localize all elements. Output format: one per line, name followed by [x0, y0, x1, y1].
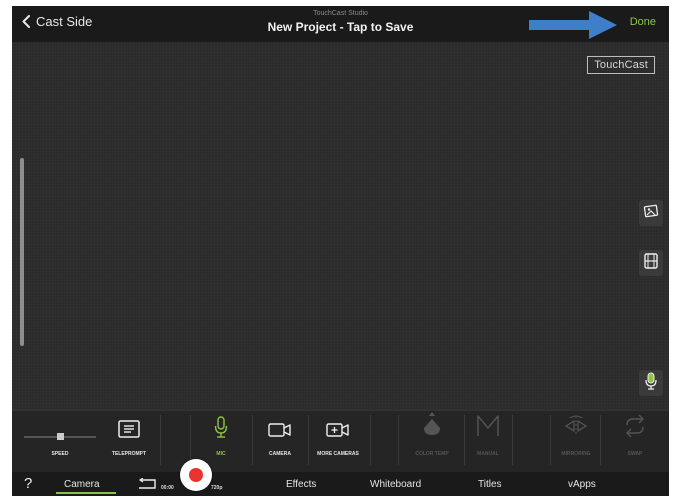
mirror-icon — [564, 414, 588, 443]
done-button[interactable]: Done — [630, 16, 656, 28]
divider — [600, 415, 601, 465]
touchcast-app: Cast Side TouchCast Studio New Project -… — [12, 6, 669, 496]
swap-label: SWAP — [627, 451, 643, 457]
color-temp-icon — [421, 408, 443, 443]
mic-icon — [214, 416, 228, 443]
mic-toggle[interactable]: MIC — [204, 411, 238, 473]
record-timer: 00:00 — [161, 485, 174, 491]
film-icon — [644, 252, 658, 274]
divider — [398, 415, 399, 465]
color-temp-label: COLOR TEMP — [415, 451, 449, 457]
camera-button[interactable]: CAMERA — [260, 411, 300, 473]
active-tab-indicator — [56, 492, 116, 494]
manual-label: MANUAL — [477, 451, 499, 457]
divider — [550, 415, 551, 465]
swap-button[interactable]: SWAP — [618, 411, 652, 473]
teleprompt-icon — [118, 420, 140, 443]
tab-whiteboard[interactable]: Whiteboard — [370, 479, 421, 490]
film-button[interactable] — [639, 250, 663, 276]
scrollbar[interactable] — [20, 158, 24, 346]
record-button[interactable] — [180, 459, 212, 491]
tab-effects[interactable]: Effects — [286, 479, 316, 490]
camera-label: CAMERA — [269, 451, 291, 457]
video-camera-icon — [268, 422, 292, 443]
teleprompt-label: TELEPROMPT — [111, 451, 147, 457]
more-cameras-label: MORE CAMERAS — [317, 451, 359, 457]
color-temp-button[interactable]: COLOR TEMP — [404, 411, 460, 473]
divider — [308, 415, 309, 465]
slider-icon — [24, 433, 96, 440]
video-canvas[interactable]: TouchCast — [12, 42, 669, 410]
tab-titles[interactable]: Titles — [478, 479, 502, 490]
divider — [190, 415, 191, 465]
divider — [464, 415, 465, 465]
image-icon — [643, 203, 659, 224]
add-camera-icon — [326, 422, 350, 443]
divider — [252, 415, 253, 465]
mic-side-button[interactable] — [639, 370, 663, 396]
tab-camera[interactable]: Camera — [64, 479, 100, 490]
undo-icon — [137, 477, 157, 494]
record-dot-icon — [189, 468, 203, 482]
speed-label: SPEED — [51, 451, 69, 457]
tab-vapps[interactable]: vApps — [568, 479, 596, 490]
teleprompt-button[interactable]: TELEPROMPT — [106, 411, 152, 473]
mic-icon — [644, 372, 658, 395]
divider — [512, 415, 513, 465]
resolution-label: 720p — [211, 485, 223, 491]
mirroring-label: MIRRORING — [561, 451, 591, 457]
bottom-tab-bar: ? Camera 00:00 720p Effects Whiteboard T… — [12, 472, 669, 496]
undo-button[interactable] — [137, 477, 157, 495]
more-cameras-button[interactable]: MORE CAMERAS — [310, 411, 366, 473]
tools-bar: SPEED TELEPROMPT MIC CAMERA MORE CAMERAS… — [12, 410, 669, 472]
manual-icon — [476, 414, 500, 443]
arrow-right-icon — [529, 11, 617, 39]
mic-label: MIC — [216, 451, 226, 457]
divider — [160, 415, 161, 465]
speed-slider[interactable]: SPEED — [22, 411, 98, 473]
divider — [370, 415, 371, 465]
manual-button[interactable]: MANUAL — [468, 411, 508, 473]
help-button[interactable]: ? — [24, 475, 32, 492]
top-bar: Cast Side TouchCast Studio New Project -… — [12, 6, 669, 42]
mirroring-button[interactable]: MIRRORING — [556, 411, 596, 473]
touchcast-logo: TouchCast — [587, 56, 655, 74]
swap-icon — [624, 414, 646, 443]
image-button[interactable] — [639, 200, 663, 226]
